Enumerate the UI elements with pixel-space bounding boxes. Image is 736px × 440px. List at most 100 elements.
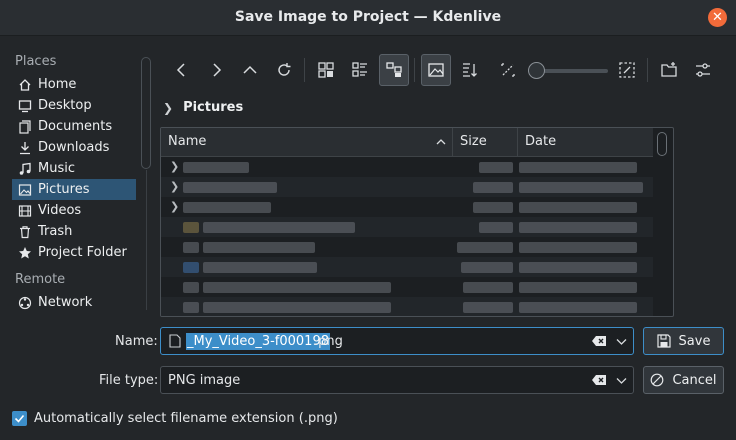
file-type-value: PNG image — [168, 373, 241, 388]
auto-extension-checkbox[interactable] — [12, 411, 27, 426]
table-row[interactable] — [161, 237, 653, 257]
preview-button[interactable] — [421, 54, 451, 86]
music-icon — [18, 162, 32, 176]
cancel-button-label: Cancel — [672, 372, 717, 388]
sidebar-item-label: Desktop — [38, 98, 92, 113]
zoom-in-button[interactable] — [612, 54, 642, 86]
back-button[interactable] — [167, 54, 197, 86]
options-button[interactable] — [688, 54, 718, 86]
file-list-scrollbar[interactable] — [657, 132, 667, 156]
clear-icon[interactable] — [591, 335, 607, 347]
clear-icon[interactable] — [591, 374, 607, 386]
desktop-icon — [18, 99, 32, 113]
downloads-icon — [18, 141, 32, 155]
auto-extension-option[interactable]: Automatically select filename extension … — [12, 411, 338, 426]
back-icon — [176, 63, 185, 77]
table-row[interactable]: ❯ — [161, 157, 653, 177]
new-folder-button[interactable] — [654, 54, 684, 86]
title-bar: Save Image to Project — Kdenlive ✕ — [0, 0, 736, 36]
up-icon — [243, 65, 257, 74]
filename-input[interactable]: _My_Video_3-f000198 .png — [160, 327, 634, 355]
close-icon: ✕ — [712, 10, 723, 25]
table-row[interactable]: ❯ — [161, 197, 653, 217]
breadcrumb[interactable]: ❯ Pictures — [163, 100, 243, 115]
save-button[interactable]: Save — [643, 327, 724, 355]
network-icon — [18, 296, 32, 310]
sidebar-item-project-folder[interactable]: Project Folder — [12, 242, 136, 263]
sort-icon — [463, 63, 477, 77]
chevron-right-icon: ❯ — [163, 100, 174, 115]
filename-extension: .png — [314, 334, 343, 349]
zoom-out-button[interactable] — [493, 54, 523, 86]
file-type-label: File type: — [99, 373, 159, 388]
tree-view-icon — [386, 62, 402, 77]
auto-extension-label: Automatically select filename extension … — [34, 411, 338, 426]
sidebar-item-network[interactable]: Network — [12, 292, 136, 313]
toolbar — [160, 54, 730, 86]
save-button-label: Save — [678, 333, 711, 349]
table-row[interactable] — [161, 277, 653, 297]
filename-selected-text: _My_Video_3-f000198 — [186, 333, 330, 350]
column-header-size[interactable]: Size — [453, 128, 518, 157]
sidebar-item-label: Network — [38, 295, 93, 310]
remote-heading: Remote — [15, 272, 66, 287]
sidebar-item-label: Home — [38, 77, 77, 92]
sort-button[interactable] — [455, 54, 485, 86]
sidebar-item-label: Videos — [38, 203, 82, 218]
details-view-button[interactable] — [345, 54, 375, 86]
sidebar-item-label: Documents — [38, 119, 113, 134]
column-header-date[interactable]: Date — [518, 128, 653, 157]
close-button[interactable]: ✕ — [708, 8, 727, 27]
preview-icon — [428, 63, 444, 77]
sidebar-scroll-track — [146, 170, 147, 310]
videos-icon — [18, 204, 32, 218]
sidebar-item-label: Trash — [38, 224, 73, 239]
file-type-select[interactable]: PNG image — [160, 366, 634, 394]
documents-icon — [18, 119, 32, 134]
chevron-down-icon[interactable] — [616, 375, 627, 386]
zoom-in-icon — [619, 62, 635, 78]
star-icon — [18, 246, 32, 260]
table-row[interactable]: ❯ — [161, 177, 653, 197]
sidebar-item-label: Project Folder — [38, 245, 127, 260]
sidebar-item-music[interactable]: Music — [12, 158, 136, 179]
file-list[interactable]: Name Size Date ❯ ❯ ❯ — [160, 127, 674, 317]
zoom-slider-handle[interactable] — [528, 62, 545, 79]
sidebar-item-label: Downloads — [38, 140, 110, 155]
sidebar-item-downloads[interactable]: Downloads — [12, 137, 136, 158]
sidebar-item-desktop[interactable]: Desktop — [12, 95, 136, 116]
details-view-icon — [352, 62, 367, 77]
trash-icon — [18, 225, 32, 239]
column-header-name[interactable]: Name — [161, 128, 453, 157]
up-button[interactable] — [235, 54, 265, 86]
table-row[interactable] — [161, 257, 653, 277]
sidebar-item-trash[interactable]: Trash — [12, 221, 136, 242]
forward-icon — [213, 63, 222, 77]
options-icon — [696, 63, 710, 77]
chevron-down-icon[interactable] — [616, 336, 627, 347]
file-icon — [169, 334, 181, 348]
save-icon — [656, 334, 671, 348]
cancel-button[interactable]: Cancel — [643, 366, 724, 394]
sort-ascending-icon — [436, 139, 446, 145]
expand-icon: ❯ — [170, 160, 180, 173]
reload-button[interactable] — [269, 54, 299, 86]
sidebar-item-label: Pictures — [38, 182, 90, 197]
table-row[interactable] — [161, 297, 653, 316]
file-list-header: Name Size Date — [161, 128, 653, 157]
breadcrumb-current: Pictures — [183, 100, 244, 115]
sidebar-item-pictures[interactable]: Pictures — [12, 179, 136, 200]
sidebar-item-label: Music — [38, 161, 75, 176]
sidebar-scrollbar[interactable] — [141, 57, 151, 169]
forward-button[interactable] — [201, 54, 231, 86]
sidebar-item-home[interactable]: Home — [12, 74, 136, 95]
sidebar-item-videos[interactable]: Videos — [12, 200, 136, 221]
sidebar-item-documents[interactable]: Documents — [12, 116, 136, 137]
icons-view-button[interactable] — [311, 54, 341, 86]
tree-view-button[interactable] — [379, 54, 409, 86]
home-icon — [18, 78, 32, 92]
window-title: Save Image to Project — Kdenlive — [234, 9, 502, 25]
table-row[interactable] — [161, 217, 653, 237]
places-heading: Places — [15, 54, 57, 69]
name-label: Name: — [115, 334, 158, 349]
